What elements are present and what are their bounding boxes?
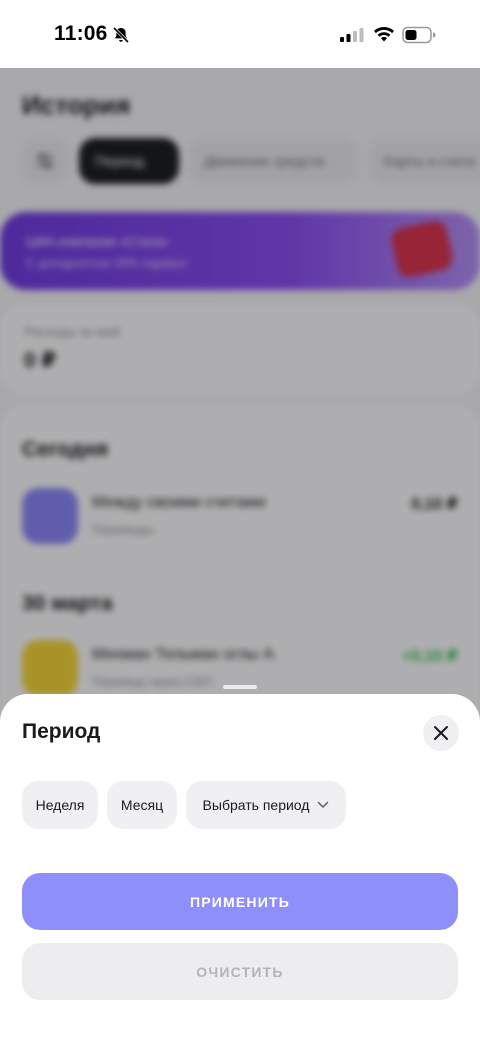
sheet-title: Период: [22, 720, 101, 743]
clear-button[interactable]: ОЧИСТИТЬ: [22, 943, 458, 1000]
period-option-week-label: Неделя: [35, 797, 85, 813]
period-option-month[interactable]: Месяц: [107, 781, 177, 829]
period-option-week[interactable]: Неделя: [22, 781, 98, 829]
modal-backdrop[interactable]: [0, 68, 480, 748]
bell-slash-icon: [112, 26, 130, 44]
period-option-custom-label: Выбрать период: [202, 797, 310, 813]
period-option-custom-dropdown[interactable]: Выбрать период: [186, 781, 346, 829]
apply-button[interactable]: ПРИМЕНИТЬ: [22, 873, 458, 930]
close-button[interactable]: [423, 715, 459, 751]
close-icon: [434, 726, 448, 740]
wifi-icon: [374, 26, 394, 42]
chevron-down-icon: [318, 801, 329, 808]
sheet-drag-handle[interactable]: [223, 685, 257, 689]
signal-icon: [340, 28, 364, 42]
period-bottom-sheet: Период Неделя Месяц Выбрать период ПРИМЕ…: [0, 694, 480, 1043]
status-time: 11:06: [54, 22, 108, 45]
period-option-month-label: Месяц: [120, 797, 164, 813]
battery-icon: [402, 26, 436, 44]
status-bar: 11:06: [0, 0, 480, 68]
